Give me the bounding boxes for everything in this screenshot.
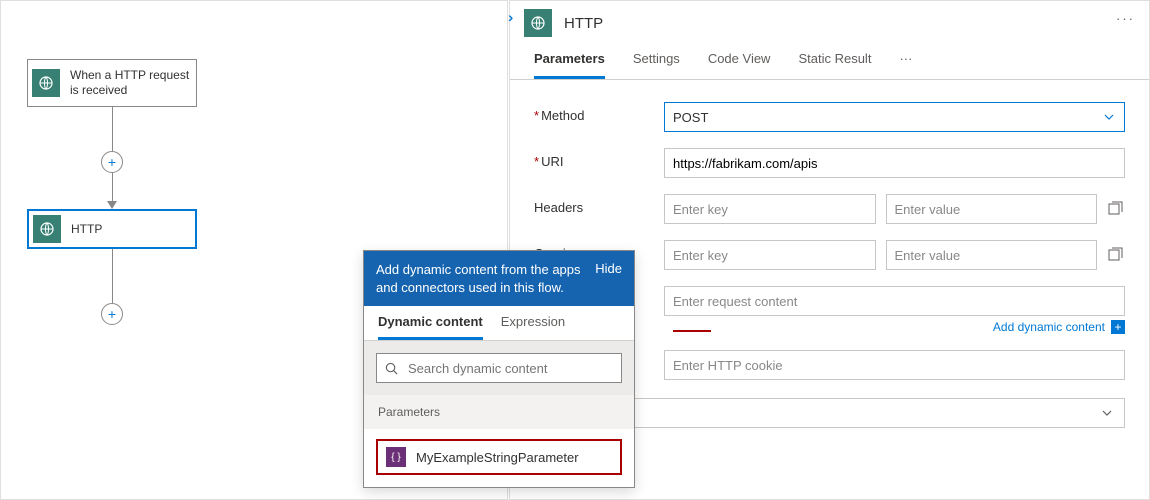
cookie-input[interactable]: [664, 350, 1125, 380]
action-node-label: HTTP: [65, 218, 195, 241]
dynamic-content-banner: Add dynamic content from the apps and co…: [364, 251, 634, 306]
tab-parameters[interactable]: Parameters: [534, 51, 605, 79]
banner-text: Add dynamic content from the apps and co…: [376, 261, 583, 296]
arrow-down-icon: [107, 201, 117, 209]
plus-icon: +: [1111, 320, 1125, 334]
chevron-down-icon: [1100, 406, 1114, 420]
dynamic-item-label: MyExampleStringParameter: [416, 450, 579, 465]
chevron-down-icon: [1102, 110, 1116, 124]
row-method: Method POST: [510, 98, 1149, 144]
switch-mode-icon[interactable]: [1107, 201, 1125, 217]
row-uri: URI: [510, 144, 1149, 190]
dynamic-item-myexamplestringparameter[interactable]: { } MyExampleStringParameter: [376, 439, 622, 475]
connector-line: [112, 173, 113, 201]
switch-mode-icon[interactable]: [1107, 247, 1125, 263]
spellcheck-underline: [673, 330, 711, 332]
tab-dynamic-content[interactable]: Dynamic content: [378, 314, 483, 340]
queries-key-input[interactable]: [664, 240, 876, 270]
uri-label: URI: [534, 148, 664, 169]
headers-label: Headers: [534, 194, 664, 215]
trigger-node[interactable]: When a HTTP request is received: [27, 59, 197, 107]
hide-link[interactable]: Hide: [595, 261, 622, 296]
tab-overflow-icon[interactable]: ···: [899, 51, 912, 79]
tab-code-view[interactable]: Code View: [708, 51, 771, 79]
panel-title: HTTP: [564, 15, 603, 32]
add-step-button[interactable]: +: [101, 151, 123, 173]
tab-expression[interactable]: Expression: [501, 314, 565, 340]
tab-settings[interactable]: Settings: [633, 51, 680, 79]
more-menu-icon[interactable]: ···: [1116, 11, 1135, 26]
queries-value-input[interactable]: [886, 240, 1098, 270]
dynamic-content-search[interactable]: [376, 353, 622, 383]
trigger-node-label: When a HTTP request is received: [64, 64, 196, 102]
uri-input[interactable]: [664, 148, 1125, 178]
method-select[interactable]: POST: [664, 102, 1125, 132]
dynamic-content-tabs: Dynamic content Expression: [364, 306, 634, 341]
parameter-icon: { }: [386, 447, 406, 467]
headers-value-input[interactable]: [886, 194, 1098, 224]
dynamic-content-popup: Add dynamic content from the apps and co…: [363, 250, 635, 488]
method-label: Method: [534, 102, 664, 123]
add-dynamic-content-link[interactable]: Add dynamic content +: [664, 320, 1125, 334]
http-trigger-icon: [32, 69, 60, 97]
http-action-icon: [524, 9, 552, 37]
connector-line: [112, 107, 113, 151]
search-icon: [385, 362, 398, 375]
connector-line: [112, 249, 113, 303]
http-action-icon: [33, 215, 61, 243]
add-step-button[interactable]: +: [101, 303, 123, 325]
body-input[interactable]: [664, 286, 1125, 316]
method-value: POST: [673, 110, 708, 125]
headers-key-input[interactable]: [664, 194, 876, 224]
tab-static-result[interactable]: Static Result: [798, 51, 871, 79]
action-node-http[interactable]: HTTP: [27, 209, 197, 249]
row-headers: Headers: [510, 190, 1149, 236]
panel-tabs: Parameters Settings Code View Static Res…: [510, 41, 1149, 80]
panel-header: ›› HTTP ···: [510, 1, 1149, 41]
dynamic-content-search-input[interactable]: [406, 360, 613, 377]
collapse-panel-icon[interactable]: ››: [506, 9, 509, 25]
dynamic-section-parameters: Parameters: [364, 395, 634, 429]
